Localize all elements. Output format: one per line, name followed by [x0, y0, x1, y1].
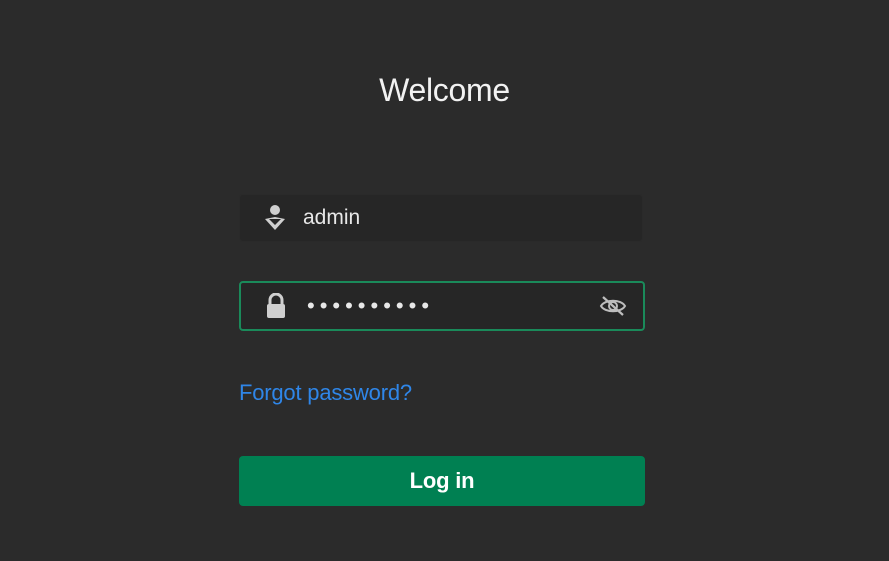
lock-icon: [263, 293, 289, 319]
forgot-password-link[interactable]: Forgot password?: [239, 380, 412, 406]
login-page: Welcome •••••••••• Forgot pass: [0, 0, 889, 561]
username-field[interactable]: [239, 194, 643, 242]
page-title: Welcome: [379, 72, 510, 108]
user-icon: [262, 205, 288, 231]
password-field[interactable]: ••••••••••: [239, 281, 645, 331]
login-button[interactable]: Log in: [239, 456, 645, 506]
username-input[interactable]: [303, 206, 583, 230]
password-input[interactable]: ••••••••••: [307, 293, 587, 319]
eye-off-icon[interactable]: [599, 294, 627, 318]
